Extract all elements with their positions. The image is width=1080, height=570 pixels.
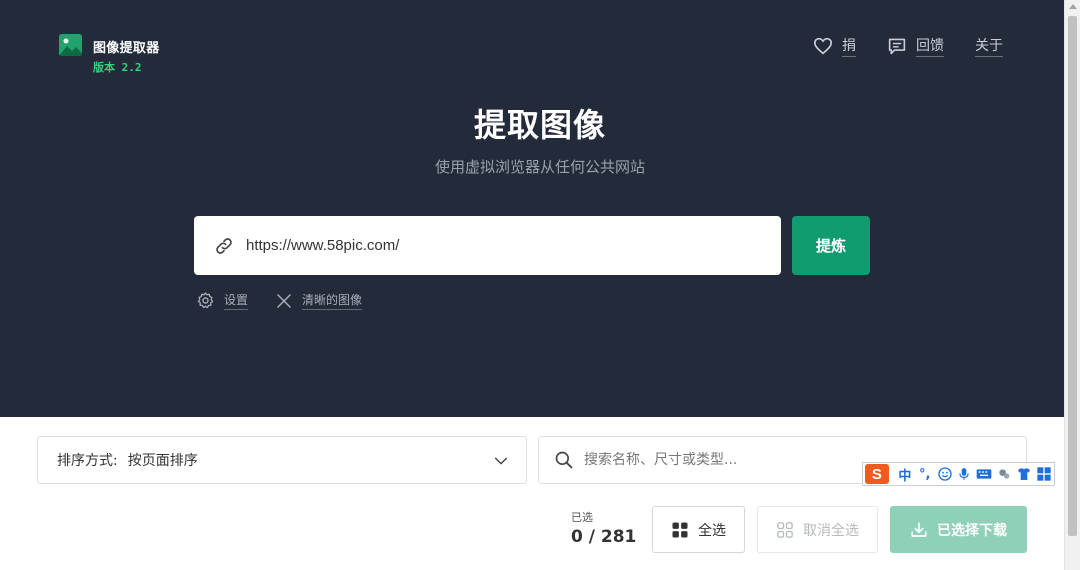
sort-select[interactable]: 排序方式: 按页面排序	[37, 436, 527, 484]
punctuation-icon[interactable]: °,	[915, 465, 935, 483]
download-selected-button[interactable]: 已选择下载	[890, 506, 1027, 553]
donate-label: 捐	[842, 35, 856, 57]
feedback-link[interactable]: 回馈	[887, 35, 944, 57]
sort-label: 排序方式:	[57, 453, 118, 469]
toolbox-icon[interactable]	[1034, 465, 1054, 483]
message-icon	[888, 38, 906, 55]
settings-link[interactable]: 设置	[196, 291, 249, 310]
grid-outline-icon	[777, 521, 793, 538]
select-all-button[interactable]: 全选	[652, 506, 745, 553]
close-icon	[277, 293, 291, 308]
ime-mode[interactable]: 中	[895, 465, 915, 484]
download-icon	[911, 521, 927, 537]
extract-button[interactable]: 提炼	[792, 216, 870, 275]
keyboard-icon[interactable]	[974, 465, 994, 483]
url-field[interactable]	[194, 216, 781, 275]
clear-images-label: 清晰的图像	[302, 291, 363, 310]
microphone-icon[interactable]	[955, 465, 975, 483]
feedback-label: 回馈	[916, 35, 944, 57]
shirt-icon[interactable]	[1014, 465, 1034, 483]
grid-icon	[672, 522, 688, 537]
app-version: 版本 2.2	[93, 61, 142, 74]
heart-icon	[813, 37, 833, 55]
link-icon	[216, 237, 232, 254]
download-selected-label: 已选择下载	[937, 522, 1007, 539]
selected-label: 已选	[571, 511, 593, 524]
select-all-label: 全选	[698, 522, 726, 539]
donate-link[interactable]: 捐	[813, 35, 856, 57]
ime-logo[interactable]: S	[865, 464, 889, 484]
search-icon	[555, 451, 573, 469]
page-subtitle: 使用虚拟浏览器从任何公共网站	[434, 158, 645, 176]
deselect-all-button[interactable]: 取消全选	[757, 506, 878, 553]
ime-toolbar[interactable]: S 中 °,	[862, 462, 1055, 486]
scroll-up-icon[interactable]	[1069, 4, 1077, 9]
deselect-all-label: 取消全选	[803, 522, 859, 539]
url-input[interactable]	[246, 237, 746, 254]
about-link[interactable]: 关于	[975, 35, 1003, 57]
settings-label: 设置	[224, 291, 249, 310]
emoji-icon[interactable]	[935, 465, 955, 483]
hero-section: 图像提取器 版本 2.2 捐 回馈 关于 提取图像 使用虚拟浏览器从任何公共网站…	[0, 0, 1064, 417]
skin-icon[interactable]	[994, 465, 1014, 483]
clear-images-link[interactable]: 清晰的图像	[275, 291, 363, 310]
app-title: 图像提取器	[93, 41, 160, 56]
selected-count: 0 / 281	[571, 527, 637, 547]
scrollbar-thumb[interactable]	[1068, 16, 1077, 536]
page-scrollbar[interactable]	[1064, 0, 1080, 570]
sort-value: 按页面排序	[127, 453, 198, 469]
about-label: 关于	[975, 35, 1003, 57]
app-logo-icon	[59, 34, 82, 56]
chevron-down-icon	[494, 457, 508, 465]
page-title: 提取图像	[473, 106, 606, 144]
gear-icon	[197, 292, 214, 309]
